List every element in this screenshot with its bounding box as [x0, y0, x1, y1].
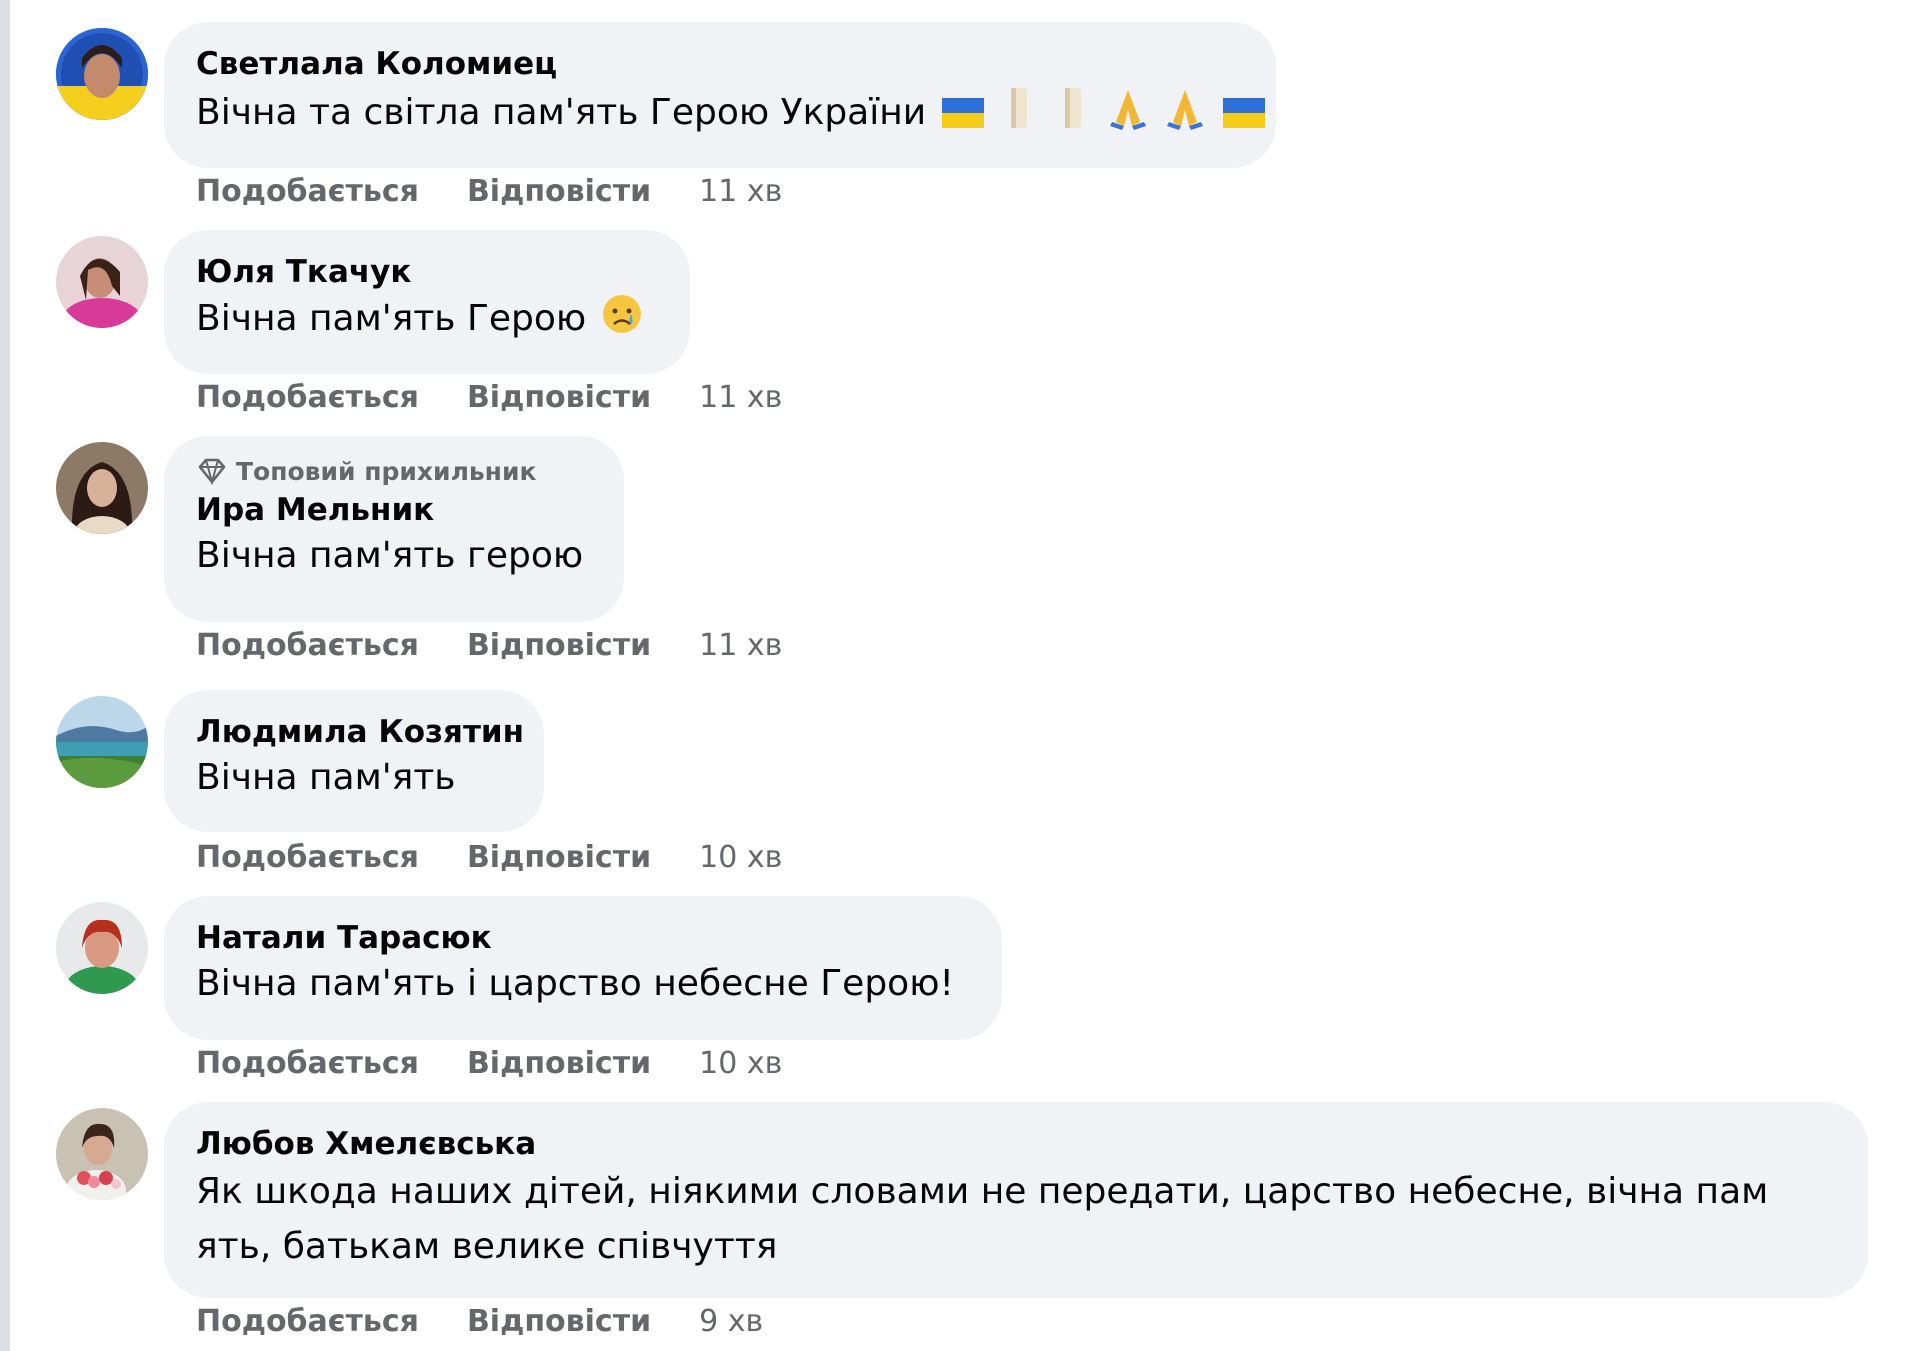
comment-timestamp[interactable]: 11 хв	[699, 174, 782, 209]
comment-author[interactable]: Людмила Козятин	[196, 712, 524, 752]
like-button[interactable]: Подобається	[196, 840, 419, 875]
candle-icon	[999, 84, 1039, 145]
comment-timestamp[interactable]: 10 хв	[699, 840, 782, 875]
flag-ua-icon	[940, 93, 986, 145]
reply-button[interactable]: Відповісти	[467, 840, 651, 875]
comment-author[interactable]: Натали Тарасюк	[196, 918, 968, 958]
reply-button[interactable]: Відповісти	[467, 1046, 651, 1081]
pray-icon	[1163, 86, 1207, 145]
comment-bubble: Любов Хмелєвська Як шкода наших дітей, н…	[164, 1102, 1868, 1298]
comment-actions: Подобається Відповісти 11 хв	[196, 174, 782, 209]
pray-icon	[1106, 86, 1150, 145]
avatar[interactable]	[56, 902, 148, 994]
comment-author[interactable]: Юля Ткачук	[196, 252, 656, 292]
comment-actions: Подобається Відповісти 9 хв	[196, 1304, 763, 1339]
comment-text: Як шкода наших дітей, ніякими словами не…	[196, 1171, 1769, 1267]
like-button[interactable]: Подобається	[196, 1046, 419, 1081]
top-fan-badge: Топовий прихильник	[196, 456, 590, 486]
cut-off-previous-actions: ▂▂ ▂▂▂▂▂▂ ▂▂	[180, 0, 580, 6]
like-button[interactable]: Подобається	[196, 1304, 419, 1339]
left-divider	[0, 0, 10, 1351]
comment-bubble: Светлала Коломиец Вічна та світла пам'ят…	[164, 22, 1276, 168]
badge-label: Топовий прихильник	[236, 456, 537, 486]
comment-author[interactable]: Любов Хмелєвська	[196, 1124, 1834, 1164]
comment-text-content: Вічна та світла пам'ять Герою України	[196, 92, 927, 133]
comment-author[interactable]: Светлала Коломиец	[196, 44, 1242, 84]
diamond-icon	[198, 458, 226, 485]
comments-page: ▂▂ ▂▂▂▂▂▂ ▂▂ Светлала Коломиец Вічна та …	[0, 0, 1920, 1351]
candle-icon	[1053, 84, 1093, 145]
crying-face-icon	[600, 292, 644, 351]
reply-button[interactable]: Відповісти	[467, 1304, 651, 1339]
comment-bubble: Натали Тарасюк Вічна пам'ять і царство н…	[164, 896, 1002, 1040]
comment-timestamp[interactable]: 11 хв	[699, 380, 782, 415]
comment-text: Вічна та світла пам'ять Герою України	[196, 84, 1265, 145]
avatar[interactable]	[56, 696, 148, 788]
comment-actions: Подобається Відповісти 10 хв	[196, 1046, 782, 1081]
comment-timestamp[interactable]: 9 хв	[699, 1304, 763, 1339]
avatar[interactable]	[56, 442, 148, 534]
flag-ua-icon	[1221, 93, 1267, 145]
comment-actions: Подобається Відповісти 11 хв	[196, 380, 782, 415]
like-button[interactable]: Подобається	[196, 628, 419, 663]
comment-bubble: Топовий прихильник Ира Мельник Вічна пам…	[164, 436, 624, 622]
avatar[interactable]	[56, 1108, 148, 1200]
comment-author[interactable]: Ира Мельник	[196, 490, 590, 530]
comment-text: Вічна пам'ять Герою	[196, 292, 656, 351]
comment-actions: Подобається Відповісти 11 хв	[196, 628, 782, 663]
reply-button[interactable]: Відповісти	[467, 174, 651, 209]
comment-actions: Подобається Відповісти 10 хв	[196, 840, 782, 875]
like-button[interactable]: Подобається	[196, 380, 419, 415]
reply-button[interactable]: Відповісти	[467, 380, 651, 415]
comment-timestamp[interactable]: 10 хв	[699, 1046, 782, 1081]
comment-text: Вічна пам'ять	[196, 757, 456, 798]
comment-text: Вічна пам'ять і царство небесне Герою!	[196, 963, 954, 1004]
like-button[interactable]: Подобається	[196, 174, 419, 209]
comment-text: Вічна пам'ять герою	[196, 535, 584, 576]
avatar[interactable]	[56, 236, 148, 328]
comment-text-content: Вічна пам'ять Герою	[196, 298, 587, 339]
reply-button[interactable]: Відповісти	[467, 628, 651, 663]
comment-timestamp[interactable]: 11 хв	[699, 628, 782, 663]
avatar[interactable]	[56, 28, 148, 120]
comment-bubble: Юля Ткачук Вічна пам'ять Герою	[164, 230, 690, 374]
comment-bubble: Людмила Козятин Вічна пам'ять	[164, 690, 544, 832]
